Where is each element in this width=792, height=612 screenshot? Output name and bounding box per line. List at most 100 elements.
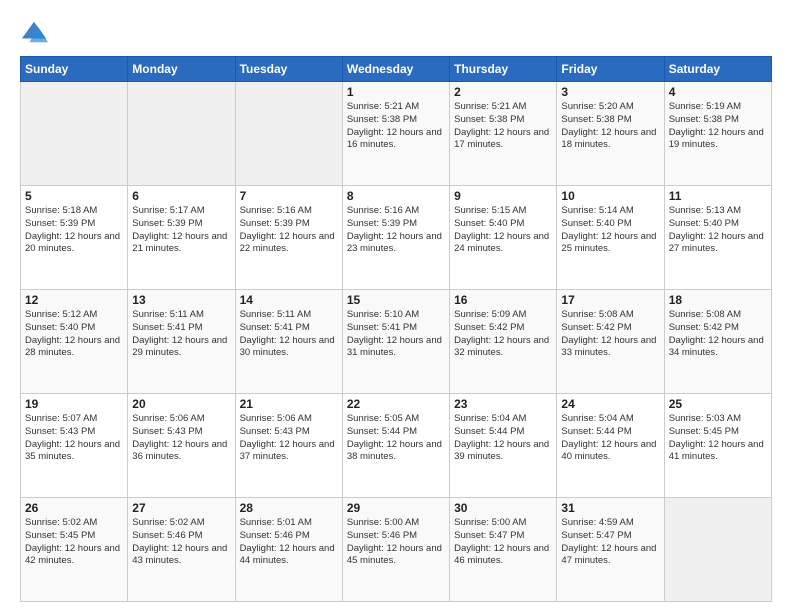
calendar-cell — [235, 82, 342, 186]
day-number: 20 — [132, 397, 230, 411]
calendar-cell: 21 Sunrise: 5:06 AM Sunset: 5:43 PM Dayli… — [235, 394, 342, 498]
day-info: Sunrise: 5:19 AM Sunset: 5:38 PM Dayligh… — [669, 101, 767, 152]
day-number: 27 — [132, 501, 230, 515]
calendar-cell: 4 Sunrise: 5:19 AM Sunset: 5:38 PM Daylig… — [664, 82, 771, 186]
day-info: Sunrise: 4:59 AM Sunset: 5:47 PM Dayligh… — [561, 517, 659, 568]
calendar-cell — [128, 82, 235, 186]
calendar-cell: 5Sunrise: 5:18 AM Sunset: 5:39 PM Daylig… — [21, 186, 128, 290]
weekday-header-thursday: Thursday — [450, 57, 557, 82]
day-number: 22 — [347, 397, 445, 411]
day-number: 9 — [454, 189, 552, 203]
day-number: 11 — [669, 189, 767, 203]
calendar-cell: 27 Sunrise: 5:02 AM Sunset: 5:46 PM Dayli… — [128, 498, 235, 602]
calendar-cell: 10 Sunrise: 5:14 AM Sunset: 5:40 PM Dayli… — [557, 186, 664, 290]
day-number: 25 — [669, 397, 767, 411]
day-info: Sunrise: 5:21 AM Sunset: 5:38 PM Dayligh… — [454, 101, 552, 152]
calendar-cell: 26Sunrise: 5:02 AM Sunset: 5:45 PM Dayli… — [21, 498, 128, 602]
day-info: Sunrise: 5:04 AM Sunset: 5:44 PM Dayligh… — [454, 413, 552, 464]
day-info: Sunrise: 5:06 AM Sunset: 5:43 PM Dayligh… — [132, 413, 230, 464]
day-number: 6 — [132, 189, 230, 203]
day-info: Sunrise: 5:20 AM Sunset: 5:38 PM Dayligh… — [561, 101, 659, 152]
page: SundayMondayTuesdayWednesdayThursdayFrid… — [0, 0, 792, 612]
calendar-cell: 14 Sunrise: 5:11 AM Sunset: 5:41 PM Dayli… — [235, 290, 342, 394]
day-info: Sunrise: 5:21 AM Sunset: 5:38 PM Dayligh… — [347, 101, 445, 152]
day-info: Sunrise: 5:05 AM Sunset: 5:44 PM Dayligh… — [347, 413, 445, 464]
day-number: 23 — [454, 397, 552, 411]
calendar-cell: 12 Sunrise: 5:12 AM Sunset: 5:40 PM Dayli… — [21, 290, 128, 394]
calendar-week-5: 26Sunrise: 5:02 AM Sunset: 5:45 PM Dayli… — [21, 498, 772, 602]
calendar-cell: 16Sunrise: 5:09 AM Sunset: 5:42 PM Dayli… — [450, 290, 557, 394]
weekday-header-sunday: Sunday — [21, 57, 128, 82]
day-number: 30 — [454, 501, 552, 515]
day-number: 24 — [561, 397, 659, 411]
day-info: Sunrise: 5:00 AM Sunset: 5:46 PM Dayligh… — [347, 517, 445, 568]
calendar-week-1: 1 Sunrise: 5:21 AM Sunset: 5:38 PM Daylig… — [21, 82, 772, 186]
calendar-cell: 3 Sunrise: 5:20 AM Sunset: 5:38 PM Daylig… — [557, 82, 664, 186]
calendar-cell: 19Sunrise: 5:07 AM Sunset: 5:43 PM Dayli… — [21, 394, 128, 498]
calendar-cell: 29 Sunrise: 5:00 AM Sunset: 5:46 PM Dayli… — [342, 498, 449, 602]
day-number: 21 — [240, 397, 338, 411]
calendar-cell: 11 Sunrise: 5:13 AM Sunset: 5:40 PM Dayli… — [664, 186, 771, 290]
weekday-header-row: SundayMondayTuesdayWednesdayThursdayFrid… — [21, 57, 772, 82]
day-info: Sunrise: 5:11 AM Sunset: 5:41 PM Dayligh… — [240, 309, 338, 360]
day-info: Sunrise: 5:08 AM Sunset: 5:42 PM Dayligh… — [669, 309, 767, 360]
day-number: 17 — [561, 293, 659, 307]
day-info: Sunrise: 5:11 AM Sunset: 5:41 PM Dayligh… — [132, 309, 230, 360]
day-info: Sunrise: 5:15 AM Sunset: 5:40 PM Dayligh… — [454, 205, 552, 256]
day-number: 15 — [347, 293, 445, 307]
day-info: Sunrise: 5:01 AM Sunset: 5:46 PM Dayligh… — [240, 517, 338, 568]
calendar-cell: 9 Sunrise: 5:15 AM Sunset: 5:40 PM Daylig… — [450, 186, 557, 290]
calendar-week-2: 5Sunrise: 5:18 AM Sunset: 5:39 PM Daylig… — [21, 186, 772, 290]
day-number: 2 — [454, 85, 552, 99]
day-number: 13 — [132, 293, 230, 307]
calendar-cell: 22 Sunrise: 5:05 AM Sunset: 5:44 PM Dayli… — [342, 394, 449, 498]
day-info: Sunrise: 5:18 AM Sunset: 5:39 PM Dayligh… — [25, 205, 123, 256]
day-info: Sunrise: 5:02 AM Sunset: 5:45 PM Dayligh… — [25, 517, 123, 568]
weekday-header-tuesday: Tuesday — [235, 57, 342, 82]
day-number: 7 — [240, 189, 338, 203]
calendar-cell: 31 Sunrise: 4:59 AM Sunset: 5:47 PM Dayli… — [557, 498, 664, 602]
weekday-header-wednesday: Wednesday — [342, 57, 449, 82]
day-number: 3 — [561, 85, 659, 99]
logo — [20, 18, 52, 46]
day-info: Sunrise: 5:13 AM Sunset: 5:40 PM Dayligh… — [669, 205, 767, 256]
calendar-cell: 7 Sunrise: 5:16 AM Sunset: 5:39 PM Daylig… — [235, 186, 342, 290]
day-info: Sunrise: 5:10 AM Sunset: 5:41 PM Dayligh… — [347, 309, 445, 360]
day-number: 8 — [347, 189, 445, 203]
calendar-cell: 18 Sunrise: 5:08 AM Sunset: 5:42 PM Dayli… — [664, 290, 771, 394]
day-info: Sunrise: 5:02 AM Sunset: 5:46 PM Dayligh… — [132, 517, 230, 568]
day-number: 10 — [561, 189, 659, 203]
day-info: Sunrise: 5:16 AM Sunset: 5:39 PM Dayligh… — [347, 205, 445, 256]
calendar-cell: 24 Sunrise: 5:04 AM Sunset: 5:44 PM Dayli… — [557, 394, 664, 498]
calendar-cell: 6 Sunrise: 5:17 AM Sunset: 5:39 PM Daylig… — [128, 186, 235, 290]
day-info: Sunrise: 5:04 AM Sunset: 5:44 PM Dayligh… — [561, 413, 659, 464]
day-info: Sunrise: 5:06 AM Sunset: 5:43 PM Dayligh… — [240, 413, 338, 464]
day-number: 19 — [25, 397, 123, 411]
logo-icon — [20, 18, 48, 46]
calendar-cell: 15 Sunrise: 5:10 AM Sunset: 5:41 PM Dayli… — [342, 290, 449, 394]
calendar-cell: 23 Sunrise: 5:04 AM Sunset: 5:44 PM Dayli… — [450, 394, 557, 498]
day-number: 14 — [240, 293, 338, 307]
header — [20, 18, 772, 46]
day-number: 29 — [347, 501, 445, 515]
calendar-cell: 8 Sunrise: 5:16 AM Sunset: 5:39 PM Daylig… — [342, 186, 449, 290]
calendar-week-3: 12 Sunrise: 5:12 AM Sunset: 5:40 PM Dayli… — [21, 290, 772, 394]
calendar-cell: 13 Sunrise: 5:11 AM Sunset: 5:41 PM Dayli… — [128, 290, 235, 394]
weekday-header-saturday: Saturday — [664, 57, 771, 82]
day-number: 28 — [240, 501, 338, 515]
day-info: Sunrise: 5:14 AM Sunset: 5:40 PM Dayligh… — [561, 205, 659, 256]
calendar-cell: 2 Sunrise: 5:21 AM Sunset: 5:38 PM Daylig… — [450, 82, 557, 186]
day-number: 1 — [347, 85, 445, 99]
day-number: 12 — [25, 293, 123, 307]
day-info: Sunrise: 5:00 AM Sunset: 5:47 PM Dayligh… — [454, 517, 552, 568]
day-info: Sunrise: 5:16 AM Sunset: 5:39 PM Dayligh… — [240, 205, 338, 256]
day-number: 16 — [454, 293, 552, 307]
calendar-cell: 17Sunrise: 5:08 AM Sunset: 5:42 PM Dayli… — [557, 290, 664, 394]
day-info: Sunrise: 5:17 AM Sunset: 5:39 PM Dayligh… — [132, 205, 230, 256]
day-number: 31 — [561, 501, 659, 515]
day-number: 4 — [669, 85, 767, 99]
day-info: Sunrise: 5:12 AM Sunset: 5:40 PM Dayligh… — [25, 309, 123, 360]
day-number: 18 — [669, 293, 767, 307]
calendar-cell — [21, 82, 128, 186]
calendar-table: SundayMondayTuesdayWednesdayThursdayFrid… — [20, 56, 772, 602]
